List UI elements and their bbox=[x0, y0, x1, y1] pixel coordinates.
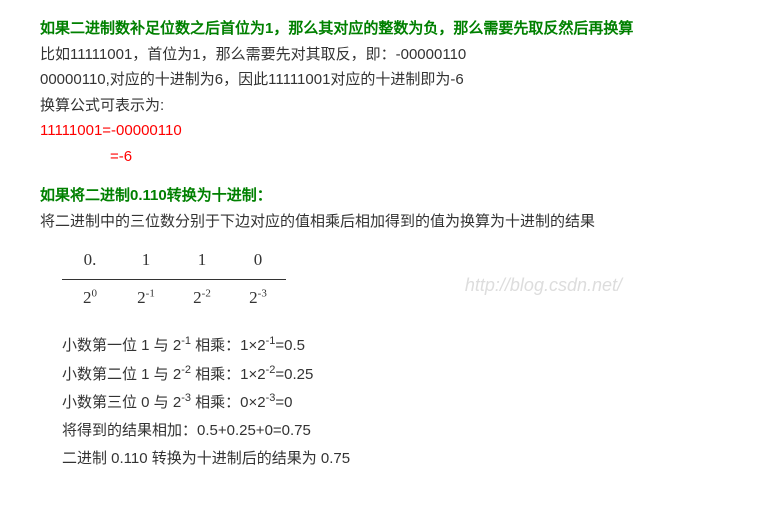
calculation-steps: 小数第一位 1 与 2-1 相乘：1×2-1=0.5 小数第二位 1 与 2-2… bbox=[62, 331, 732, 473]
document-content: 如果二进制数补足位数之后首位为1，那么其对应的整数为负，那么需要先取反然后再换算… bbox=[40, 16, 732, 473]
section1-code1: 11111001=-00000110 bbox=[40, 118, 732, 144]
step-1: 小数第一位 1 与 2-1 相乘：1×2-1=0.5 bbox=[62, 331, 732, 360]
table-cell: 2-1 bbox=[118, 279, 174, 316]
table-cell: 20 bbox=[62, 279, 118, 316]
table-cell: 1 bbox=[118, 242, 174, 279]
step-3: 小数第三位 0 与 2-3 相乘：0×2-3=0 bbox=[62, 388, 732, 417]
table-cell: 1 bbox=[174, 242, 230, 279]
step-4: 将得到的结果相加：0.5+0.25+0=0.75 bbox=[62, 417, 732, 445]
table-cell: 2-3 bbox=[230, 279, 286, 316]
section1-line2: 00000110,对应的十进制为6，因此11111001对应的十进制即为-6 bbox=[40, 67, 732, 93]
step-5: 二进制 0.110 转换为十进制后的结果为 0.75 bbox=[62, 445, 732, 473]
section2-line1: 将二进制中的三位数分别于下边对应的值相乘后相加得到的值为换算为十进制的结果 bbox=[40, 209, 732, 235]
step-2: 小数第二位 1 与 2-2 相乘：1×2-2=0.25 bbox=[62, 360, 732, 389]
section1-line3: 换算公式可表示为: bbox=[40, 93, 732, 119]
table-cell: 2-2 bbox=[174, 279, 230, 316]
section1-heading: 如果二进制数补足位数之后首位为1，那么其对应的整数为负，那么需要先取反然后再换算 bbox=[40, 16, 732, 42]
table-cell: 0. bbox=[62, 242, 118, 279]
section1-line1: 比如11111001，首位为1，那么需要先对其取反，即：-00000110 bbox=[40, 42, 732, 68]
table-cell: 0 bbox=[230, 242, 286, 279]
section1-code2: =-6 bbox=[40, 144, 732, 170]
section2-heading: 如果将二进制0.110转换为十进制： bbox=[40, 183, 732, 209]
binary-table: 0. 1 1 0 20 2-1 2-2 2-3 bbox=[62, 242, 732, 317]
